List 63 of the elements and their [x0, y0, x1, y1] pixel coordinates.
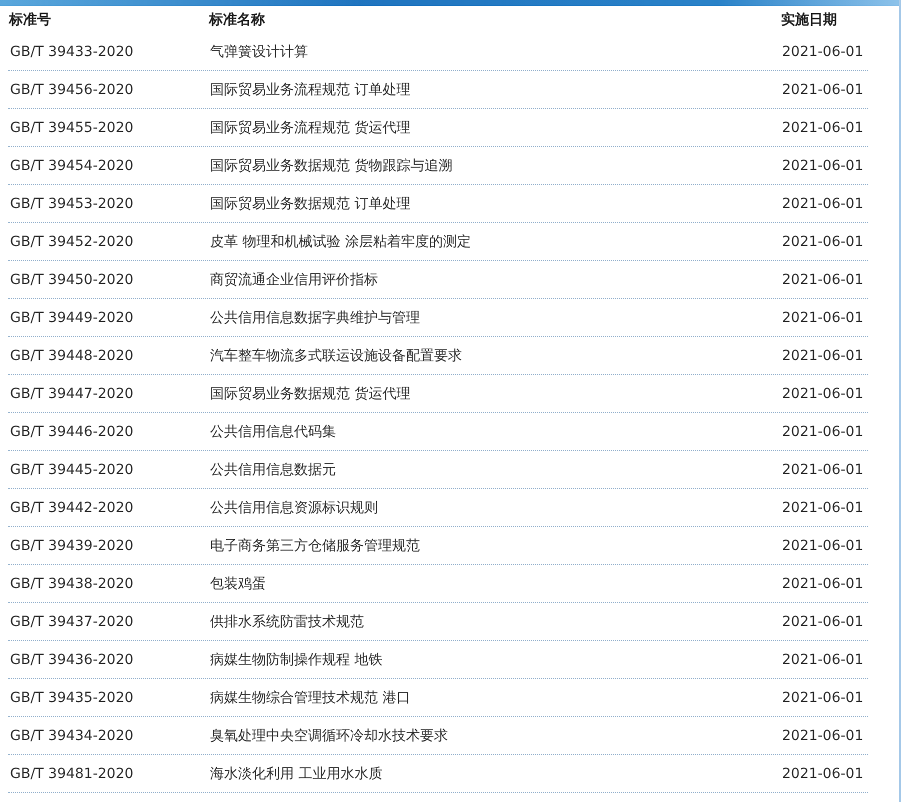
table-cell-text: 2021-06-01 [782, 196, 864, 212]
table-cell-text: GB/T 39447-2020 [9, 386, 134, 402]
column-header: 标准号 [8, 10, 52, 28]
table-cell-text: 2021-06-01 [782, 766, 864, 782]
table-cell-text: 2021-06-01 [782, 386, 864, 402]
table-cell-text: GB/T 39449-2020 [9, 310, 134, 326]
table-cell-text: GB/T 39436-2020 [9, 652, 134, 668]
standard-title-link[interactable]: 供排水系统防雷技术规范 [210, 612, 782, 630]
standard-title-link[interactable]: 公共信用信息代码集 [210, 422, 782, 440]
standard-title-link[interactable]: 臭氧处理中央空调循环冷却水技术要求 [210, 726, 782, 744]
standard-title-link[interactable]: 海水淡化利用 工业用水水质 [210, 764, 782, 782]
table-cell-text: 2021-06-01 [782, 538, 864, 554]
table-cell-text: 2021-06-01 [782, 690, 864, 706]
standard-title-link[interactable]: 国际贸易业务数据规范 货运代理 [210, 384, 782, 402]
table-cell-text: 2021-06-01 [782, 728, 864, 744]
table-cell-text: GB/T 39453-2020 [9, 196, 134, 212]
standard-title-link[interactable]: 公共信用信息数据字典维护与管理 [210, 308, 782, 326]
table-cell-text: 2021-06-01 [782, 348, 864, 364]
table-cell-text: GB/T 39456-2020 [9, 82, 134, 98]
standard-title-link[interactable]: 国际贸易业务流程规范 货运代理 [210, 118, 782, 136]
table-cell-text: 2021-06-01 [782, 44, 864, 60]
table-cell-text: 2021-06-01 [782, 234, 864, 250]
table-cell-text: 2021-06-01 [782, 158, 864, 174]
table-cell-text: 2021-06-01 [782, 576, 864, 592]
table-cell-text: GB/T 39455-2020 [9, 120, 134, 136]
standard-title-link[interactable]: 公共信用信息数据元 [210, 460, 782, 478]
table-cell-text: 2021-06-01 [782, 500, 864, 516]
table-cell-text: 2021-06-01 [782, 614, 864, 630]
standard-title-link[interactable]: 国际贸易业务数据规范 货物跟踪与追溯 [210, 156, 782, 174]
standard-title-link[interactable]: 公共信用信息资源标识规则 [210, 498, 782, 516]
standard-title-link[interactable]: 病媒生物综合管理技术规范 港口 [210, 688, 782, 706]
table-cell-text: GB/T 39439-2020 [9, 538, 134, 554]
standard-title-link[interactable]: 国际贸易业务流程规范 订单处理 [210, 80, 782, 98]
table-cell-text: 2021-06-01 [782, 462, 864, 478]
standard-title-link[interactable]: 汽车整车物流多式联运设施设备配置要求 [210, 346, 782, 364]
table-cell-text: GB/T 39448-2020 [9, 348, 134, 364]
table-cell-text: 2021-06-01 [782, 82, 864, 98]
standard-title-link[interactable]: 商贸流通企业信用评价指标 [210, 270, 782, 288]
table-cell-text: GB/T 39438-2020 [9, 576, 134, 592]
standard-title-link[interactable]: 病媒生物防制操作规程 地铁 [210, 650, 782, 668]
table-cell-text: 2021-06-01 [782, 272, 864, 288]
standard-title-link[interactable]: 电子商务第三方仓储服务管理规范 [210, 536, 782, 554]
table-cell-text: GB/T 39433-2020 [9, 44, 134, 60]
table-cell-text: 2021-06-01 [782, 120, 864, 136]
table-cell-text: GB/T 39442-2020 [9, 500, 134, 516]
table-cell-text: GB/T 39481-2020 [9, 766, 134, 782]
table-cell-text: GB/T 39435-2020 [9, 690, 134, 706]
table-cell-text: GB/T 39437-2020 [9, 614, 134, 630]
table-cell-text: 2021-06-01 [782, 652, 864, 668]
table-cell-text: GB/T 39446-2020 [9, 424, 134, 440]
table-cell-text: GB/T 39434-2020 [9, 728, 134, 744]
column-header: 实施日期 [781, 10, 838, 28]
table-cell-text: GB/T 39450-2020 [9, 272, 134, 288]
table-cell-text: GB/T 39454-2020 [9, 158, 134, 174]
table-cell-text: GB/T 39452-2020 [9, 234, 134, 250]
table-cell-text: GB/T 39445-2020 [9, 462, 134, 478]
standard-title-link[interactable]: 气弹簧设计计算 [210, 42, 782, 60]
column-header: 标准名称 [209, 10, 266, 28]
table-cell-text: 2021-06-01 [782, 310, 864, 326]
standard-title-link[interactable]: 皮革 物理和机械试验 涂层粘着牢度的测定 [210, 232, 782, 250]
standard-title-link[interactable]: 包装鸡蛋 [210, 574, 782, 592]
table-cell-text: 2021-06-01 [782, 424, 864, 440]
standard-title-link[interactable]: 国际贸易业务数据规范 订单处理 [210, 194, 782, 212]
